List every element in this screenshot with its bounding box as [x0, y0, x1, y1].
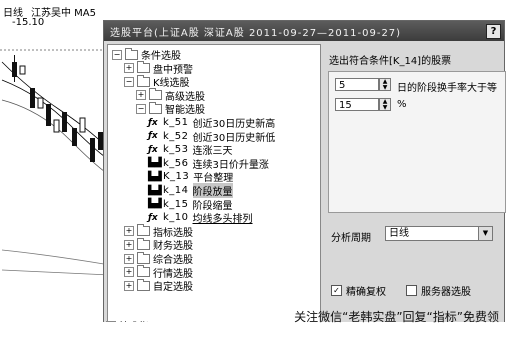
expand-icon[interactable]: + — [124, 267, 134, 278]
folder-icon — [137, 224, 150, 237]
footer-text: 关注微信“老韩实盘”回复“指标”免费领 — [294, 310, 499, 324]
collapse-icon[interactable]: − — [112, 49, 122, 60]
formula-icon: ƒx — [148, 131, 158, 142]
footer-banner: 关注微信“老韩实盘”回复“指标”免费领 — [0, 310, 507, 338]
tree-item-code: k_52 — [163, 130, 189, 142]
tree-item[interactable]: ƒx k_10 均线多头排列 — [148, 211, 253, 226]
folder-icon — [149, 101, 162, 114]
tree-item-label: 均线多头排列 — [192, 214, 253, 226]
folder-icon — [125, 47, 138, 60]
days-label: 日的阶段换手率大于等 — [397, 83, 497, 94]
stock-chart: 日线 江苏吴中 MA5 -15.10 — [0, 0, 110, 338]
bar-chart-icon: ▙▟ — [148, 199, 162, 210]
bar-chart-icon: ▙▟ — [148, 185, 162, 196]
period-label: 分析周期 — [331, 233, 371, 244]
tree-item[interactable]: + 盘中预警 — [124, 61, 193, 76]
tree-item-code: k_56 — [163, 157, 189, 169]
tree-item-code: k_53 — [163, 144, 189, 156]
price-label: -15.10 — [12, 17, 45, 28]
help-button[interactable]: ? — [486, 24, 501, 39]
folder-icon — [137, 278, 150, 291]
tree-item[interactable]: + 自定选股 — [124, 278, 193, 294]
tree-item[interactable]: ▙▟ K_13 平台整理 — [148, 170, 233, 184]
dialog-title: 选股平台(上证A股 深证A股 2011-09-27—2011-09-27) — [110, 28, 402, 39]
bar-chart-icon: ▙▟ — [148, 171, 162, 182]
tree-item[interactable]: + 行情选股 — [124, 265, 193, 280]
period-value: 日线 — [389, 228, 409, 239]
folder-icon — [137, 74, 150, 87]
stock-screener-dialog: 选股平台(上证A股 深证A股 2011-09-27—2011-09-27) ? … — [103, 20, 506, 324]
tree-item[interactable]: ƒx k_51 创近30日历史新高 — [148, 116, 275, 130]
expand-icon[interactable]: + — [124, 226, 134, 237]
formula-icon: ƒx — [148, 117, 158, 128]
tree-item-label: 自定选股 — [153, 282, 193, 294]
server-select-label: 服务器选股 — [421, 287, 471, 298]
tree-item-code: k_14 — [163, 185, 189, 196]
tree-item[interactable]: − 智能选股 — [136, 101, 205, 116]
checkbox-icon[interactable]: ✓ — [331, 285, 342, 296]
tree-item[interactable]: + 财务选股 — [124, 237, 193, 252]
tree-item[interactable]: ƒx k_52 创近30日历史新低 — [148, 130, 275, 144]
checkbox-icon[interactable] — [406, 285, 417, 296]
tree-item[interactable]: + 高级选股 — [136, 88, 205, 103]
expand-icon[interactable]: + — [124, 63, 134, 74]
dropdown-arrow-icon[interactable]: ▼ — [478, 227, 492, 240]
collapse-icon[interactable]: − — [124, 76, 134, 87]
rate-spinner[interactable]: ▲ ▼ — [379, 98, 391, 111]
rate-input[interactable]: 15 — [335, 98, 379, 111]
tree-item-code: k_10 — [163, 212, 189, 224]
expand-icon[interactable]: + — [124, 239, 134, 250]
tree-item-code: K_13 — [163, 171, 190, 183]
collapse-icon[interactable]: − — [136, 103, 146, 114]
candlestick-chart — [0, 49, 110, 276]
tree-item[interactable]: ƒx k_53 连涨三天 — [148, 143, 233, 157]
rate-label: % — [397, 99, 407, 110]
folder-icon — [137, 265, 150, 278]
tree-item[interactable]: ▙▟ k_14 阶段放量 — [148, 183, 233, 198]
folder-icon — [137, 237, 150, 250]
period-select[interactable]: 日线 ▼ — [385, 226, 493, 241]
formula-icon: ƒx — [148, 144, 158, 155]
expand-icon[interactable]: + — [124, 253, 134, 264]
folder-icon — [137, 251, 150, 264]
exact-rights-label: 精确复权 — [346, 287, 386, 298]
formula-icon: ƒx — [148, 212, 158, 223]
tree-item-code: k_51 — [163, 117, 189, 128]
days-input[interactable]: 5 — [335, 78, 379, 91]
tree-item[interactable]: ▙▟ k_56 连续3日价升量涨 — [148, 157, 269, 171]
exact-rights-checkbox[interactable]: ✓ 精确复权 — [331, 283, 386, 298]
tree-item[interactable]: + 指标选股 — [124, 224, 193, 239]
server-select-checkbox[interactable]: 服务器选股 — [406, 283, 471, 298]
condition-heading: 选出符合条件[K_14]的股票 — [329, 56, 452, 67]
tree-item[interactable]: − K线选股 — [124, 74, 190, 89]
condition-tree[interactable]: − 条件选股 + 盘中预警 − K线选股 + 高级选股 − 智能选股 ƒx k_51 创近30日历史新高… — [107, 44, 321, 324]
tree-item-code: k_15 — [163, 198, 189, 210]
expand-icon[interactable]: + — [136, 90, 146, 101]
dialog-titlebar[interactable]: 选股平台(上证A股 深证A股 2011-09-27—2011-09-27) ? — [104, 21, 504, 41]
expand-icon[interactable]: + — [124, 280, 134, 291]
tree-item[interactable]: − 条件选股 — [112, 47, 181, 62]
tree-item[interactable]: + 综合选股 — [124, 251, 193, 266]
folder-icon — [149, 88, 162, 101]
bar-chart-icon: ▙▟ — [148, 158, 162, 169]
parameter-panel: 5 ▲ ▼ 日的阶段换手率大于等 15 ▲ ▼ % — [328, 71, 506, 213]
days-spinner[interactable]: ▲ ▼ — [379, 78, 391, 91]
folder-icon — [137, 61, 150, 74]
tree-item[interactable]: ▙▟ k_15 阶段缩量 — [148, 198, 233, 212]
